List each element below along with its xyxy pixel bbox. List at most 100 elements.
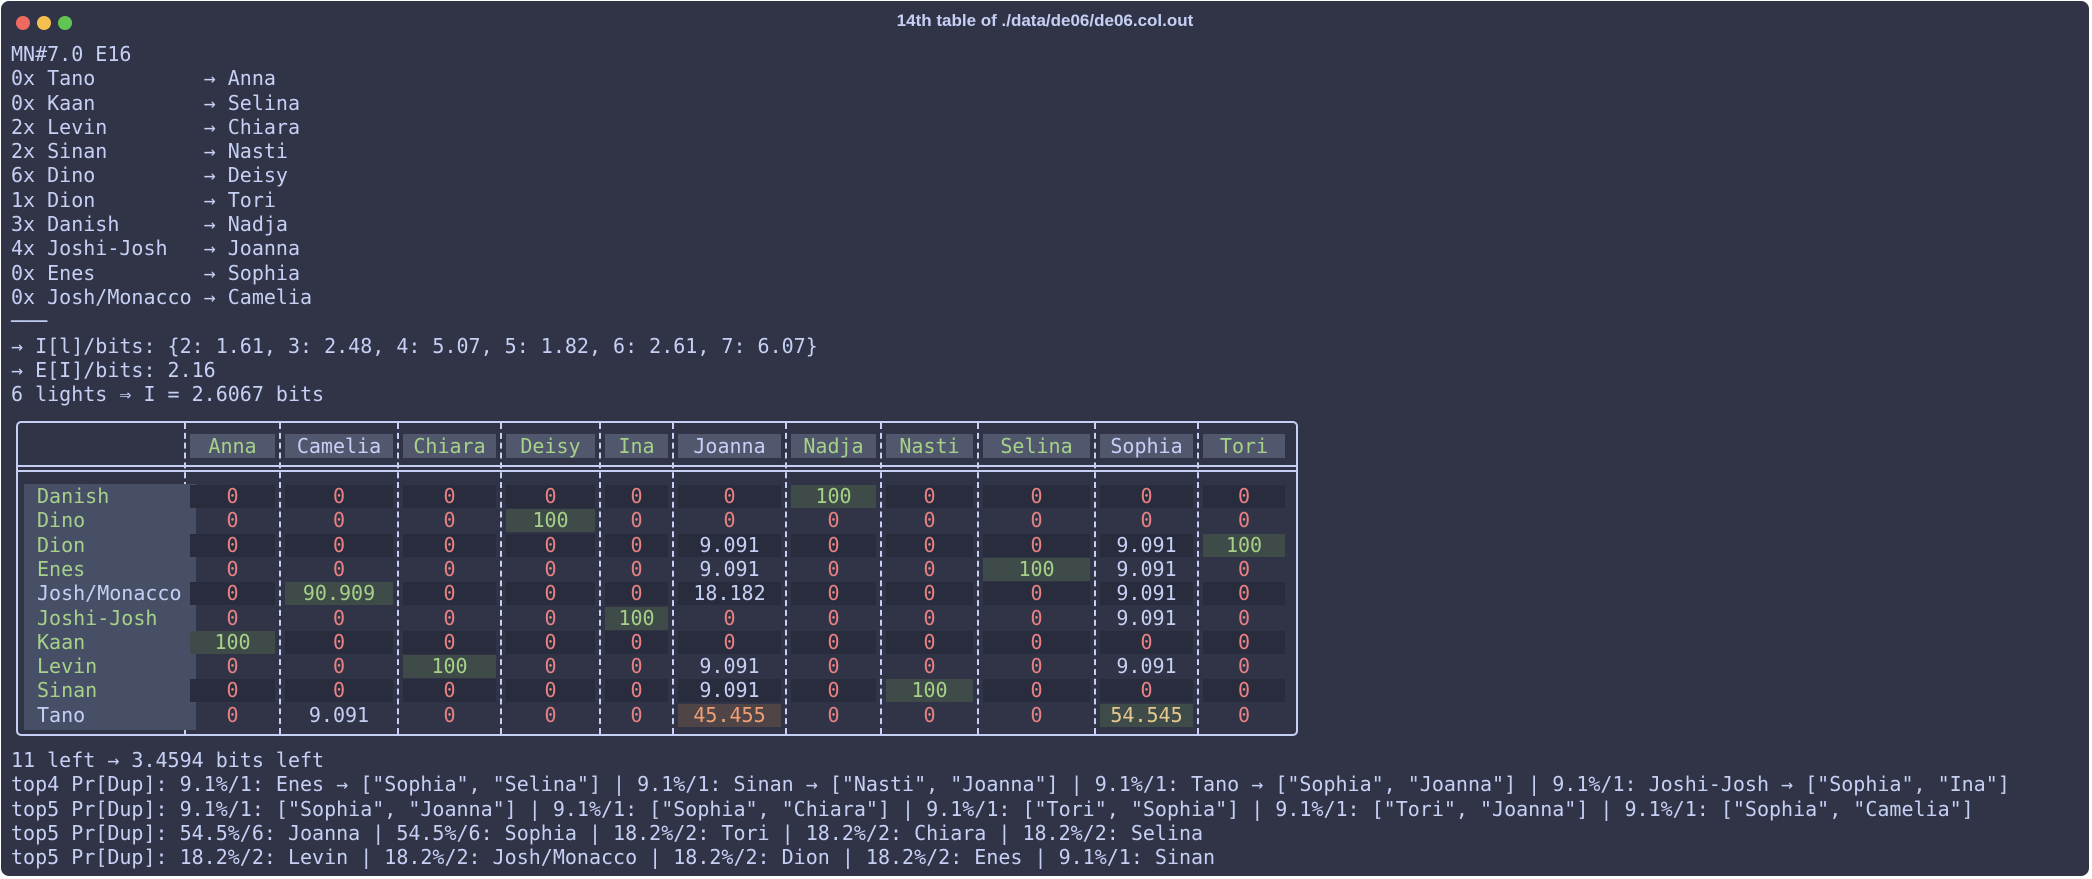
title-bar: 14th table of ./data/de06/de06.col.out (1, 1, 2089, 43)
table-cell: 100 (618, 605, 655, 630)
table-cell: 0 (630, 532, 643, 557)
table-cell: 100 (815, 484, 852, 508)
column-separator (599, 423, 601, 734)
table-cell: 0 (1237, 556, 1251, 581)
table-cell: 0 (332, 678, 346, 703)
table-cell: 0 (332, 629, 346, 654)
table-cell: 0 (226, 581, 239, 606)
table-cell: 0 (630, 484, 643, 508)
table-cell: 0 (1237, 508, 1251, 533)
row-label: Sinan (37, 678, 98, 703)
table-cell: 0 (443, 508, 456, 533)
table-cell: 0 (630, 508, 643, 533)
table-cell: 0 (1030, 629, 1043, 654)
table-cell: 0 (923, 484, 936, 508)
table-cell: 0 (226, 484, 239, 508)
table-cell: 0 (923, 532, 936, 557)
column-separator (977, 423, 979, 734)
output-line: 4x Joshi-Josh → Joanna (11, 236, 300, 261)
row-label: Dion (37, 532, 86, 557)
table-cell: 0 (723, 484, 736, 508)
table-cell: 0 (723, 629, 736, 654)
output-line: 6x Dino → Deisy (11, 163, 288, 188)
output-line: MN#7.0 E16 (11, 42, 132, 66)
table-cell: 0 (1237, 678, 1251, 703)
output-line: 1x Dion → Tori (11, 187, 276, 212)
row-label: Kaan (37, 629, 86, 654)
table-cell: 0 (544, 654, 557, 679)
output-line: 0x Enes → Sophia (11, 260, 300, 285)
column-header-joanna: Joanna (678, 434, 781, 458)
column-header-nasti: Nasti (886, 434, 973, 458)
row-label: Josh/Monacco (37, 581, 182, 606)
table-cell: 0 (1030, 508, 1043, 533)
table-cell: 0 (226, 556, 239, 581)
table-cell: 0 (1030, 654, 1043, 679)
table-cell: 0 (827, 629, 840, 654)
table-cell: 0 (332, 605, 346, 630)
table-cell: 0 (443, 678, 456, 703)
column-header-camelia: Camelia (285, 434, 393, 458)
table-cell: 0 (544, 484, 557, 508)
table-cell: 0 (827, 605, 840, 630)
table-cell: 0 (1140, 484, 1153, 508)
output-line: 2x Levin → Chiara (11, 114, 300, 139)
table-cell: 54.545 (1110, 702, 1183, 727)
output-line: 0x Kaan → Selina (11, 90, 300, 115)
table-cell: 0 (630, 629, 643, 654)
output-line: top5 Pr[Dup]: 9.1%/1: ["Sophia", "Joanna… (11, 796, 1974, 821)
table-cell: 0 (827, 678, 840, 703)
table-cell: 0 (226, 702, 239, 727)
row-label: Enes (37, 556, 86, 581)
column-separator (279, 423, 281, 734)
row-label: Levin (37, 654, 98, 679)
table-cell: 0 (1030, 678, 1043, 703)
table-cell: 0 (332, 654, 346, 679)
output-line: 6 lights ⇒ I = 2.6067 bits (11, 382, 325, 407)
table-cell: 0 (443, 484, 456, 508)
output-line: ─── (11, 309, 48, 334)
table-cell: 0 (544, 629, 557, 654)
table-cell: 0 (544, 556, 557, 581)
table-cell: 0 (443, 629, 456, 654)
column-separator (785, 423, 787, 734)
table-cell: 0 (226, 678, 239, 703)
table-cell: 0 (544, 605, 557, 630)
table-cell: 9.091 (699, 556, 760, 581)
table-cell: 9.091 (1116, 605, 1177, 630)
table-cell: 0 (443, 556, 456, 581)
table-cell: 9.091 (1116, 556, 1177, 581)
table-cell: 0 (827, 532, 840, 557)
output-line: 3x Danish → Nadja (11, 212, 288, 237)
table-cell: 9.091 (308, 702, 370, 727)
table-cell: 0 (544, 678, 557, 703)
table-cell: 0 (630, 678, 643, 703)
table-cell: 0 (1030, 532, 1043, 557)
column-separator (1197, 423, 1199, 734)
output-line: top5 Pr[Dup]: 18.2%/2: Levin | 18.2%/2: … (11, 845, 1216, 870)
column-separator (397, 423, 399, 734)
column-header-chiara: Chiara (403, 434, 496, 458)
table-cell: 9.091 (1116, 581, 1177, 606)
table-cell: 0 (1140, 678, 1153, 703)
table-cell: 0 (827, 654, 840, 679)
header-output: MN#7.0 E16 0x Tano → Anna 0x Kaan → Selina… (11, 42, 818, 406)
output-line: top4 Pr[Dup]: 9.1%/1: Enes → ["Sophia", … (11, 772, 2010, 797)
table-cell: 0 (226, 508, 239, 533)
table-cell: 0 (226, 654, 239, 679)
table-cell: 0 (1237, 484, 1251, 508)
table-cell: 0 (923, 629, 936, 654)
table-cell: 0 (827, 556, 840, 581)
output-line: → E[I]/bits: 2.16 (11, 357, 216, 382)
output-line: 0x Josh/Monacco → Camelia (11, 284, 313, 309)
table-cell: 0 (723, 508, 736, 533)
table-cell: 0 (443, 581, 456, 606)
table-cell: 0 (1030, 605, 1043, 630)
table-cell: 0 (443, 702, 456, 727)
table-cell: 0 (723, 605, 736, 630)
table-cell: 100 (431, 654, 468, 679)
column-header-ina: Ina (605, 434, 668, 458)
column-header-sophia: Sophia (1100, 434, 1193, 458)
table-cell: 9.091 (699, 654, 760, 679)
table-cell: 0 (827, 581, 840, 606)
